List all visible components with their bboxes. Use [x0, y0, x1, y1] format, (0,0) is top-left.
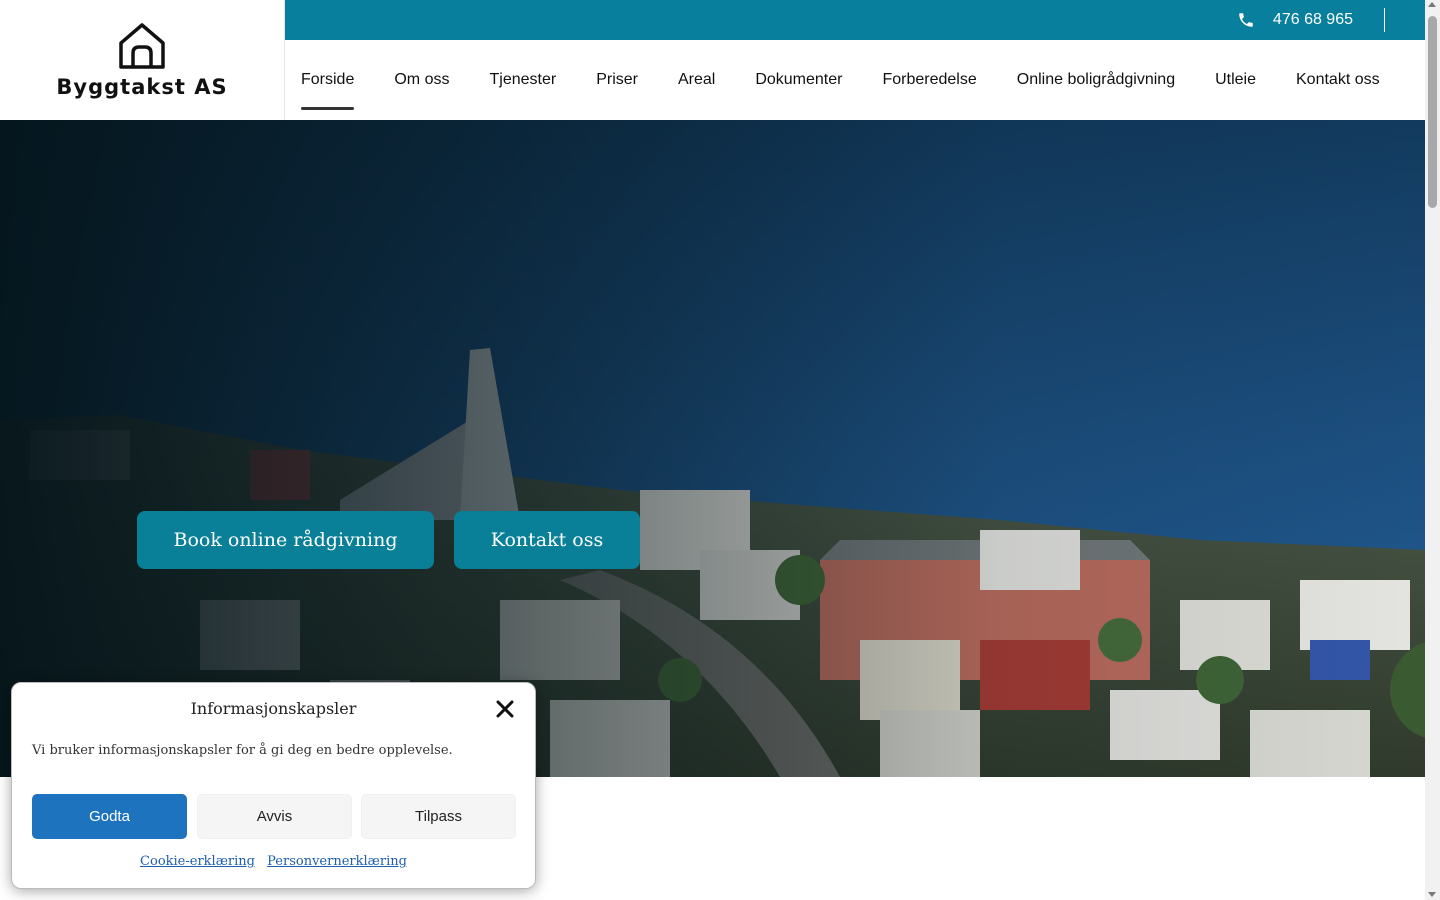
- nav-item-areal[interactable]: Areal: [678, 40, 715, 120]
- nav-item-forberedelse[interactable]: Forberedelse: [882, 40, 976, 120]
- cookie-consent-dialog: Informasjonskapsler Vi bruker informasjo…: [11, 682, 536, 889]
- main-nav: Forside Om oss Tjenester Priser Areal Do…: [285, 40, 1425, 120]
- contact-button[interactable]: Kontakt oss: [454, 511, 640, 569]
- nav-item-priser[interactable]: Priser: [596, 40, 638, 120]
- scroll-thumb[interactable]: [1428, 16, 1437, 208]
- phone-number: 476 68 965: [1272, 11, 1353, 28]
- brand-name: Byggtakst AS: [56, 75, 228, 99]
- cookie-policy-link[interactable]: Cookie-erklæring: [140, 854, 255, 869]
- hero-background-image: [0, 120, 1425, 777]
- privacy-policy-link[interactable]: Personvernerklæring: [267, 854, 407, 869]
- topbar-divider: [1384, 8, 1385, 32]
- cookie-dialog-title: Informasjonskapsler: [190, 699, 357, 718]
- house-outline-icon: [119, 23, 165, 69]
- close-icon[interactable]: [495, 699, 515, 719]
- phone-icon: [1239, 13, 1253, 27]
- nav-item-tjenester[interactable]: Tjenester: [489, 40, 556, 120]
- deny-cookies-button[interactable]: Avvis: [197, 794, 352, 839]
- phone-link[interactable]: 476 68 965: [1237, 0, 1353, 40]
- hero-section: Book online rådgivning Kontakt oss: [0, 120, 1425, 777]
- nav-item-kontakt-oss[interactable]: Kontakt oss: [1296, 40, 1380, 120]
- page-scrollbar[interactable]: [1425, 0, 1440, 900]
- cookie-links: Cookie-erklæring Personvernerklæring: [12, 854, 535, 869]
- nav-item-utleie[interactable]: Utleie: [1215, 40, 1256, 120]
- book-consultation-button[interactable]: Book online rådgivning: [137, 511, 434, 569]
- scroll-down-arrow-icon[interactable]: [1428, 892, 1436, 897]
- nav-item-om-oss[interactable]: Om oss: [394, 40, 449, 120]
- nav-item-dokumenter[interactable]: Dokumenter: [755, 40, 842, 120]
- accept-cookies-button[interactable]: Godta: [32, 794, 187, 839]
- customize-cookies-button[interactable]: Tilpass: [361, 794, 516, 839]
- nav-item-forside[interactable]: Forside: [301, 40, 355, 120]
- scroll-up-arrow-icon[interactable]: [1428, 2, 1436, 7]
- top-bar: 476 68 965: [285, 0, 1425, 40]
- nav-item-online-boligradgivning[interactable]: Online boligrådgivning: [1017, 40, 1175, 120]
- logo[interactable]: Byggtakst AS: [0, 0, 285, 120]
- cookie-message: Vi bruker informasjonskapsler for å gi d…: [32, 743, 453, 758]
